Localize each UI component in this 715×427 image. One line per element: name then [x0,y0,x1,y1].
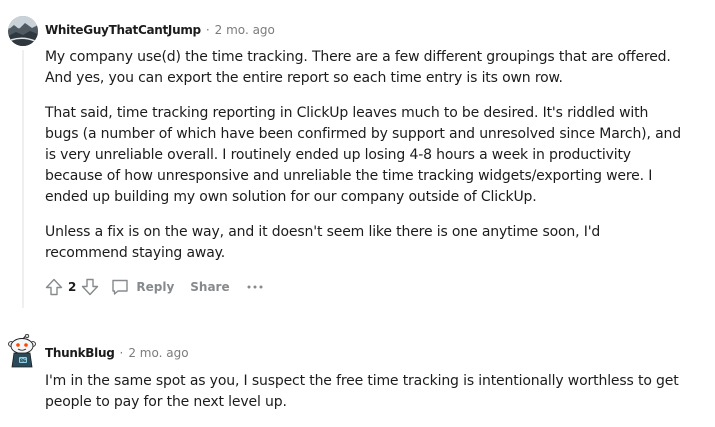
comment-actions: 2 Reply Share [42,275,264,299]
avatar[interactable] [8,16,38,46]
arrow-down-outline-icon [82,278,99,296]
comment-paragraph: I'm in the same spot as you, I suspect t… [45,373,679,410]
reply-button[interactable]: Reply [110,277,174,297]
svg-text:86: 86 [20,358,26,364]
vote-score: 2 [68,280,77,294]
separator: · [119,346,124,360]
reply-label: Reply [136,280,175,294]
comment-body: I'm in the same spot as you, I suspect t… [45,371,685,413]
share-label: Share [190,280,230,294]
comment-meta: ThunkBlug · 2 mo. ago [45,346,189,360]
timestamp[interactable]: 2 mo. ago [128,346,188,360]
avatar[interactable]: 86 [6,334,38,368]
timestamp[interactable]: 2 mo. ago [215,23,275,37]
comment-paragraph: Unless a fix is on the way, and it doesn… [45,224,601,261]
separator: · [205,23,210,37]
comment-thread: WhiteGuyThatCantJump · 2 mo. ago My comp… [0,0,715,427]
username[interactable]: WhiteGuyThatCantJump [45,23,201,37]
thread-line[interactable] [22,50,24,308]
share-button[interactable]: Share [190,280,229,294]
snoo-avatar-image: 86 [8,334,36,368]
downvote-button[interactable] [78,275,102,299]
comment-paragraph: That said, time tracking reporting in Cl… [45,105,681,205]
landscape-avatar-image [8,16,38,46]
speech-bubble-icon [112,279,129,295]
upvote-button[interactable] [42,275,66,299]
comment-body: My company use(d) the time tracking. The… [45,47,685,264]
comment-paragraph: My company use(d) the time tracking. The… [45,49,671,86]
more-options-button[interactable] [246,275,264,299]
username[interactable]: ThunkBlug [45,346,115,360]
comment-meta: WhiteGuyThatCantJump · 2 mo. ago [45,23,275,37]
ellipsis-icon [247,285,263,289]
arrow-up-outline-icon [45,278,63,296]
